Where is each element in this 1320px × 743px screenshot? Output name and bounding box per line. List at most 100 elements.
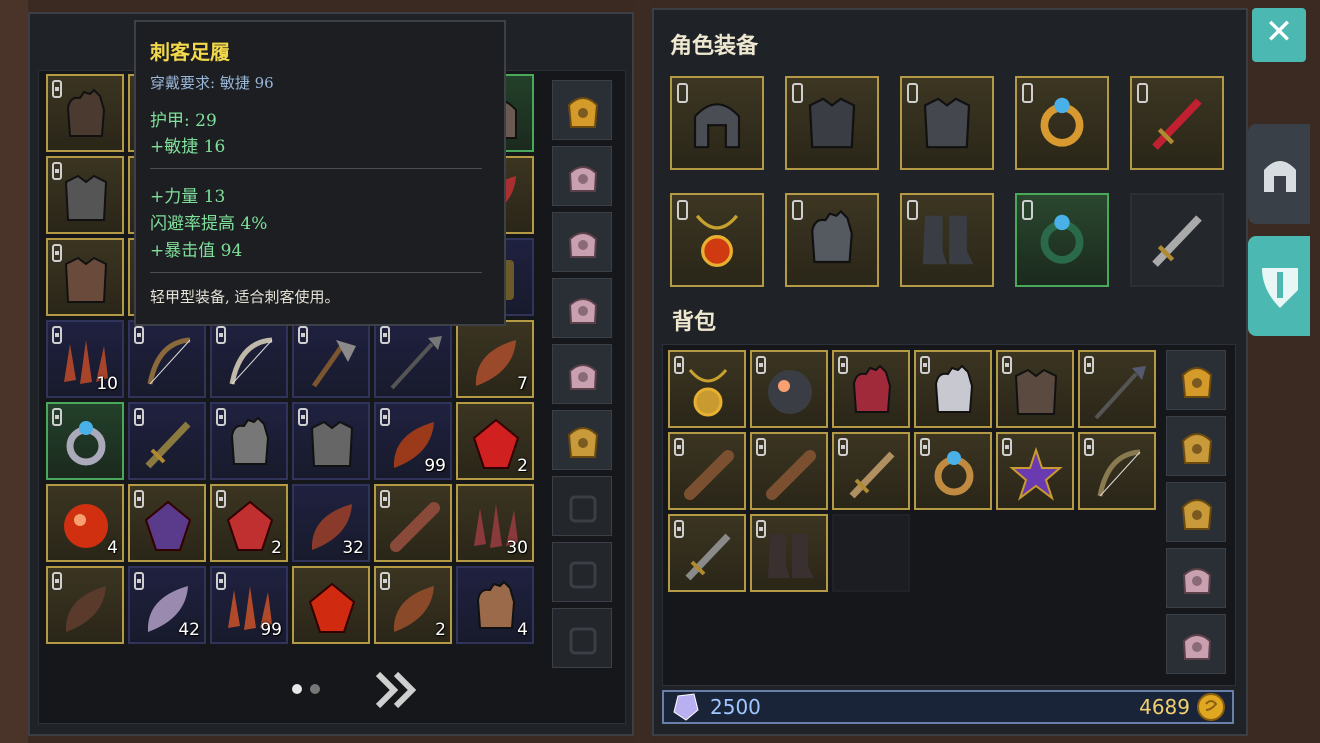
backpack-bag-1[interactable] — [1166, 350, 1226, 410]
close-button[interactable]: ✕ — [1252, 8, 1306, 62]
stash-slot[interactable]: 4 — [46, 484, 124, 562]
currency-bar: 2500 4689 — [662, 690, 1234, 724]
tooltip-separator — [150, 168, 482, 169]
ring-item-icon — [66, 421, 106, 466]
tab-equipment[interactable] — [1248, 124, 1310, 224]
helmet-icon — [1264, 161, 1296, 192]
item-quantity: 10 — [96, 374, 118, 394]
armor-item-icon — [64, 174, 108, 221]
stash-slot[interactable] — [292, 402, 370, 480]
glove-item-icon — [230, 416, 270, 465]
backpack-slot[interactable] — [750, 350, 828, 428]
side-tab-pink-bag-1[interactable] — [552, 146, 612, 206]
stash-slot[interactable] — [210, 320, 288, 398]
stash-slot[interactable] — [128, 484, 206, 562]
armor-item-icon — [310, 420, 354, 467]
stash-slot[interactable] — [46, 156, 124, 234]
stash-slot[interactable]: 42 — [128, 566, 206, 644]
backpack-bag-3[interactable] — [1166, 482, 1226, 542]
glove-equipment-icon — [811, 209, 853, 264]
stash-slot[interactable] — [374, 320, 452, 398]
side-tab-pink-bag-2[interactable] — [552, 212, 612, 272]
equipment-slot[interactable] — [1015, 76, 1109, 170]
backpack-slot[interactable] — [832, 514, 910, 592]
side-tab-pink-bag-3[interactable] — [552, 278, 612, 338]
backpack-slot[interactable] — [750, 432, 828, 510]
equipment-slot[interactable] — [670, 76, 764, 170]
backpack-bag-2[interactable] — [1166, 416, 1226, 476]
page-dot-inactive[interactable] — [310, 684, 320, 694]
backpack-slot[interactable] — [832, 432, 910, 510]
log-item-icon — [684, 450, 734, 500]
stash-slot[interactable]: 2 — [456, 402, 534, 480]
pink-bag-icon — [1182, 568, 1212, 594]
close-icon: ✕ — [1264, 12, 1294, 52]
equipment-slot[interactable] — [785, 76, 879, 170]
boots-equipment-icon — [922, 215, 974, 265]
equipment-slot[interactable] — [670, 193, 764, 287]
backpack-slot[interactable] — [996, 432, 1074, 510]
backpack-slot[interactable] — [668, 350, 746, 428]
stash-slot[interactable] — [46, 238, 124, 316]
stash-slot[interactable]: 99 — [210, 566, 288, 644]
stash-slot[interactable]: 10 — [46, 320, 124, 398]
equipment-slot[interactable] — [1015, 193, 1109, 287]
backpack-slot[interactable] — [668, 514, 746, 592]
backpack-bag-4[interactable] — [1166, 548, 1226, 608]
stash-slot[interactable] — [128, 402, 206, 480]
side-tab-empty-1[interactable] — [552, 476, 612, 536]
backpack-slot[interactable] — [1078, 350, 1156, 428]
stash-slot[interactable] — [292, 566, 370, 644]
equipment-slot[interactable] — [900, 193, 994, 287]
side-tab-pink-bag-4[interactable] — [552, 344, 612, 404]
side-tab-empty-2[interactable] — [552, 542, 612, 602]
spear-item-icon — [390, 336, 442, 390]
stash-slot[interactable] — [46, 566, 124, 644]
stash-slot[interactable]: 99 — [374, 402, 452, 480]
stash-slot[interactable] — [210, 402, 288, 480]
glove-item-icon — [934, 364, 974, 413]
armor-item-icon — [64, 256, 108, 303]
equipment-slot[interactable] — [1130, 193, 1224, 287]
backpack-slot[interactable] — [996, 350, 1074, 428]
stash-slot[interactable]: 7 — [456, 320, 534, 398]
page-dot-active[interactable] — [292, 684, 302, 694]
item-quantity: 99 — [424, 456, 446, 476]
side-tab-gold-bag[interactable] — [552, 80, 612, 140]
stash-slot[interactable]: 30 — [456, 484, 534, 562]
ring-equipment-icon — [1040, 214, 1084, 264]
stash-slot[interactable] — [374, 484, 452, 562]
page-indicator — [290, 684, 330, 696]
backpack-slot[interactable] — [750, 514, 828, 592]
side-tab-empty-3[interactable] — [552, 608, 612, 668]
next-page-button[interactable] — [372, 668, 420, 712]
backpack-slot[interactable] — [914, 350, 992, 428]
stash-slot[interactable]: 32 — [292, 484, 370, 562]
backpack-slot[interactable] — [1078, 432, 1156, 510]
side-tab-gold-bag-2[interactable] — [552, 410, 612, 470]
stash-slot[interactable] — [46, 402, 124, 480]
tooltip-item-name: 刺客足履 — [150, 40, 230, 64]
backpack-slot[interactable] — [832, 350, 910, 428]
boots-item-icon — [768, 534, 814, 578]
crystalstar-item-icon — [1009, 446, 1063, 501]
background-middle — [634, 0, 652, 743]
item-quantity: 4 — [107, 538, 118, 558]
equipment-slot[interactable] — [900, 76, 994, 170]
backpack-bag-5[interactable] — [1166, 614, 1226, 674]
stash-slot[interactable]: 2 — [210, 484, 288, 562]
stash-slot[interactable] — [128, 320, 206, 398]
equipment-slot[interactable] — [785, 193, 879, 287]
stash-slot[interactable]: 2 — [374, 566, 452, 644]
stash-slot[interactable] — [46, 74, 124, 152]
backpack-slot[interactable] — [668, 432, 746, 510]
stash-slot[interactable]: 4 — [456, 566, 534, 644]
gold-bag-icon — [1181, 367, 1213, 398]
equipment-slot[interactable] — [1130, 76, 1224, 170]
backpack-slot[interactable] — [914, 432, 992, 510]
gold-bag-icon — [567, 427, 599, 458]
ring-equipment-icon — [1040, 97, 1084, 147]
background-left — [0, 0, 28, 743]
tab-skills[interactable] — [1248, 236, 1310, 336]
stash-slot[interactable] — [292, 320, 370, 398]
